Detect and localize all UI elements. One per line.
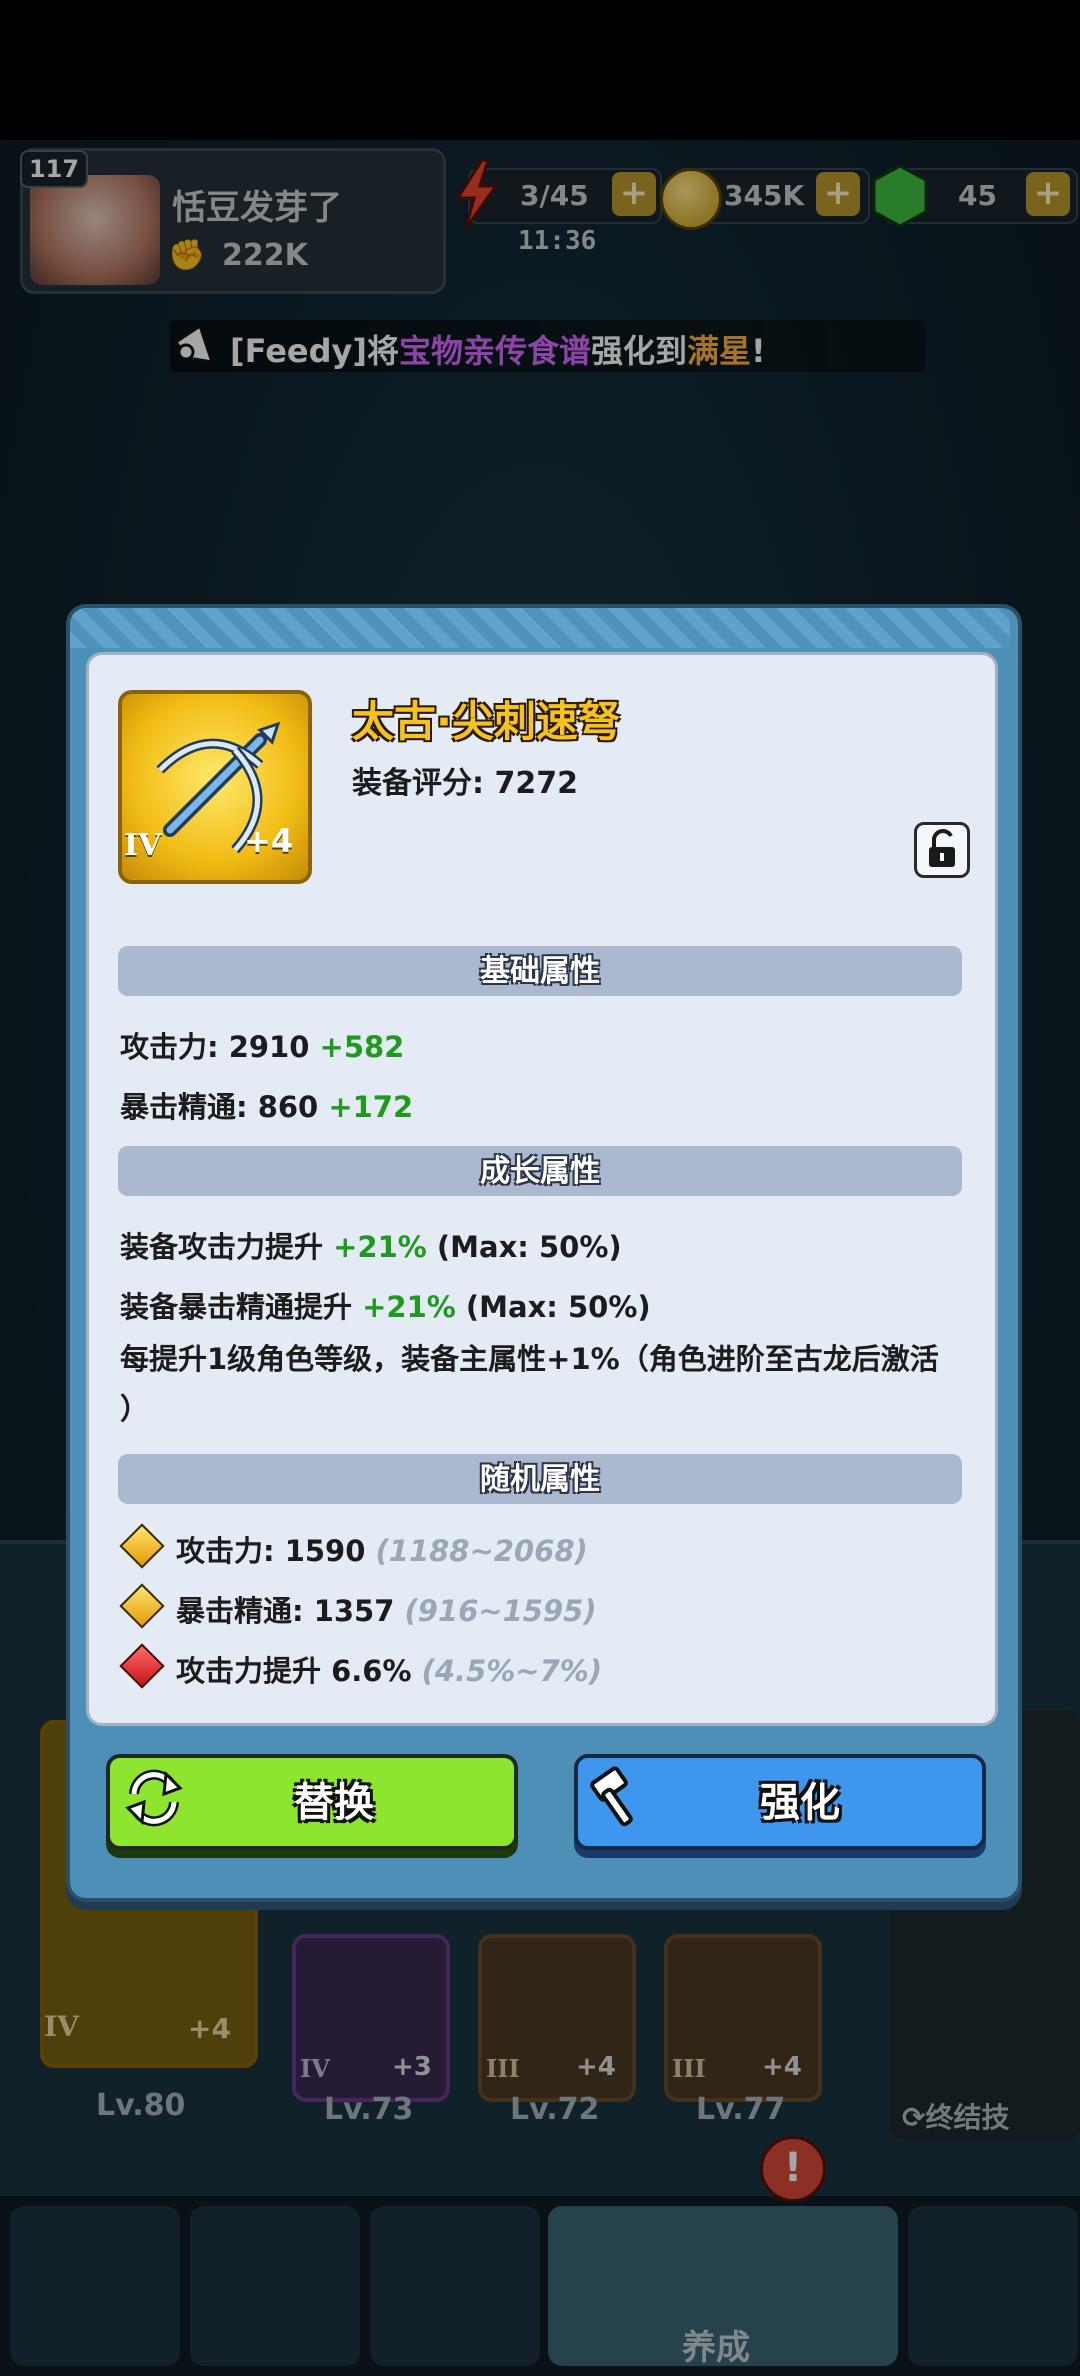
random-attr-attack-label: 攻击力: 1590 [176,1534,376,1568]
unlock-icon [929,829,955,867]
enhance-button-label: 强化 [760,1780,840,1826]
hammer-icon [586,1766,650,1830]
base-attr-attack-label: 攻击力: 2910 [120,1030,320,1064]
swap-arrows-icon [122,1766,186,1830]
growth-attr-crit-max: (Max: 50%) [455,1290,651,1324]
section-growth-attributes: 成长属性 [118,1146,962,1196]
base-attr-crit: 暴击精通: 860 +172 [120,1084,413,1126]
random-attr-attack: 攻击力: 1590 (1188~2068) [176,1528,588,1570]
base-attr-crit-label: 暴击精通: 860 [120,1090,329,1124]
item-score: 装备评分: 7272 [352,766,578,801]
base-attr-attack-bonus: +582 [319,1030,405,1064]
replace-button-label: 替换 [294,1780,374,1826]
item-name: 太古·尖刺速弩 [352,697,620,746]
system-status-bar [0,0,1080,140]
lock-toggle-button[interactable] [914,822,970,878]
growth-attr-crit: 装备暴击精通提升 +21% (Max: 50%) [120,1284,651,1326]
growth-attr-attack-bonus: +21% [333,1230,427,1264]
growth-attr-attack-max: (Max: 50%) [426,1230,622,1264]
section-base-attributes: 基础属性 [118,946,962,996]
modal-header-pattern [70,608,1010,648]
random-attr-attack-range: (1188~2068) [375,1534,588,1568]
growth-attr-attack-label: 装备攻击力提升 [120,1230,334,1264]
item-enhance-level: +4 [244,822,294,860]
random-attr-attack-pct: 攻击力提升 6.6% (4.5%~7%) [176,1648,602,1690]
growth-attr-crit-label: 装备暴击精通提升 [120,1290,363,1324]
growth-note-line2: ） [120,1392,150,1426]
random-attr-attack-pct-label: 攻击力提升 6.6% [176,1654,422,1688]
random-attr-attack-pct-range: (4.5%~7%) [421,1654,603,1688]
growth-note-line1: 每提升1级角色等级，装备主属性+1%（角色进阶至古龙后激活 [120,1342,939,1376]
random-attr-crit-range: (916~1595) [404,1594,597,1628]
item-tier: IV [124,828,162,863]
random-attr-crit: 暴击精通: 1357 (916~1595) [176,1588,597,1630]
growth-attr-attack: 装备攻击力提升 +21% (Max: 50%) [120,1224,622,1266]
base-attr-crit-bonus: +172 [328,1090,414,1124]
random-attr-crit-label: 暴击精通: 1357 [176,1594,405,1628]
base-attr-attack: 攻击力: 2910 +582 [120,1024,404,1066]
growth-attr-crit-bonus: +21% [362,1290,456,1324]
section-random-attributes: 随机属性 [118,1454,962,1504]
